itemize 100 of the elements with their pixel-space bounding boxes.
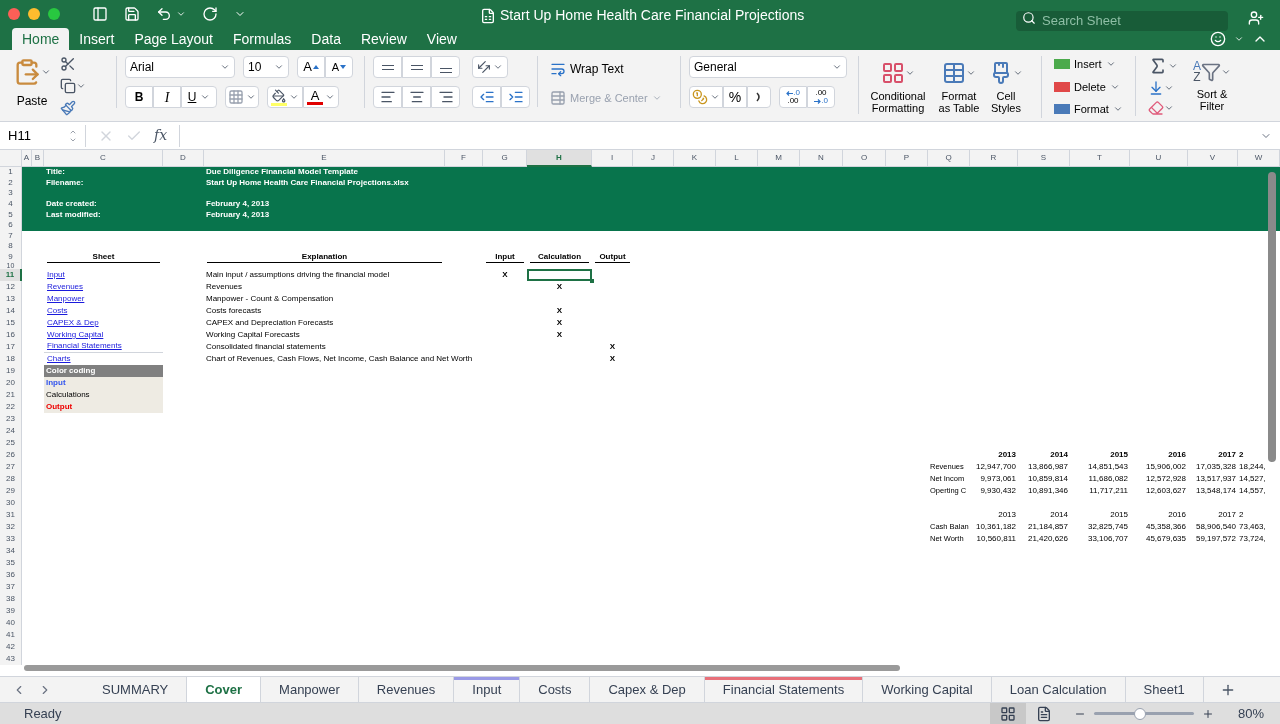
increase-decimal-button[interactable]: .0 .00 xyxy=(779,86,807,108)
column-header[interactable]: P xyxy=(886,150,928,167)
grow-font-button[interactable]: A xyxy=(297,56,325,78)
shrink-font-button[interactable]: A xyxy=(325,56,353,78)
page-layout-icon[interactable] xyxy=(1035,705,1052,722)
ribbon-tab[interactable]: View xyxy=(416,28,467,50)
column-header[interactable]: J xyxy=(633,150,674,167)
ribbon-tab[interactable]: Insert xyxy=(69,28,125,50)
share-icon[interactable] xyxy=(1248,10,1264,26)
column-header[interactable]: I xyxy=(592,150,633,167)
zoom-in-icon[interactable] xyxy=(1201,707,1214,720)
sheet-link[interactable]: Input xyxy=(47,270,65,279)
redo-icon[interactable] xyxy=(202,6,218,22)
align-left-button[interactable] xyxy=(373,86,402,108)
align-middle-button[interactable] xyxy=(402,56,431,78)
wrap-text-button[interactable]: Wrap Text xyxy=(550,60,672,78)
column-header[interactable]: B xyxy=(32,150,44,167)
caret-icon[interactable] xyxy=(1168,61,1178,71)
active-cell[interactable] xyxy=(527,268,592,281)
column-header[interactable]: T xyxy=(1070,150,1130,167)
column-header[interactable]: Q xyxy=(928,150,970,167)
sheet-link[interactable]: Charts xyxy=(47,354,71,363)
column-header[interactable]: N xyxy=(800,150,843,167)
normal-view-icon[interactable] xyxy=(999,705,1016,722)
cut-icon[interactable] xyxy=(60,56,76,72)
styles-button[interactable]: Format as Table xyxy=(937,56,981,114)
paste-button[interactable]: Paste xyxy=(8,56,56,116)
zoom-button[interactable] xyxy=(48,8,60,20)
italic-button[interactable]: I xyxy=(153,86,181,108)
caret-icon[interactable] xyxy=(1221,67,1231,77)
ribbon-tab[interactable]: Formulas xyxy=(223,28,302,50)
caret-icon[interactable] xyxy=(1013,68,1023,78)
borders-button[interactable] xyxy=(225,86,259,108)
format-painter-icon[interactable] xyxy=(60,100,76,116)
caret-icon[interactable] xyxy=(200,92,211,102)
column-header[interactable]: H xyxy=(527,150,592,167)
caret-icon[interactable] xyxy=(246,92,256,102)
ribbon-tab[interactable]: Data xyxy=(301,28,351,50)
ribbon-tab[interactable]: Page Layout xyxy=(124,28,223,50)
styles-button[interactable]: Cell Styles xyxy=(989,56,1023,114)
font-field[interactable]: Arial xyxy=(125,56,235,78)
number-format-field[interactable]: General xyxy=(689,56,847,78)
column-header[interactable]: S xyxy=(1018,150,1070,167)
close-button[interactable] xyxy=(8,8,20,20)
name-box[interactable]: H11 xyxy=(0,124,86,147)
caret-icon[interactable] xyxy=(493,62,503,72)
sheet-link[interactable]: Financial Statements xyxy=(47,342,122,351)
smiley-icon[interactable] xyxy=(1210,31,1226,47)
column-header[interactable]: M xyxy=(758,150,800,167)
row-header[interactable]: 9 xyxy=(0,251,22,263)
column-header[interactable]: D xyxy=(163,150,204,167)
row-header[interactable]: 1 xyxy=(0,167,22,178)
ribbon-tab[interactable]: Home xyxy=(12,28,70,50)
column-header[interactable]: C xyxy=(44,150,163,167)
column-header[interactable]: R xyxy=(970,150,1018,167)
align-bottom-button[interactable] xyxy=(431,56,460,78)
zoom-thumb[interactable] xyxy=(1133,707,1146,720)
eraser-icon[interactable] xyxy=(1148,100,1164,116)
ribbon-tab[interactable]: Review xyxy=(350,28,417,50)
sheet-link[interactable]: Costs xyxy=(47,306,68,315)
copy-icon[interactable] xyxy=(60,78,76,94)
caret-icon[interactable] xyxy=(710,92,720,102)
horizontal-scrollbar[interactable] xyxy=(24,665,900,671)
underline-button[interactable]: U xyxy=(181,86,217,108)
caret-icon[interactable] xyxy=(176,9,186,19)
caret-icon[interactable] xyxy=(289,92,299,102)
caret-icon[interactable] xyxy=(1234,34,1244,44)
insert-function-button[interactable]: fx xyxy=(154,125,168,146)
column-header[interactable]: E xyxy=(204,150,445,167)
zoom-slider[interactable] xyxy=(1093,707,1194,720)
undo-icon[interactable] xyxy=(156,6,172,22)
column-header[interactable]: G xyxy=(483,150,527,167)
column-header[interactable]: V xyxy=(1188,150,1238,167)
sheet-link[interactable]: Working Capital xyxy=(47,330,104,339)
sheet-link[interactable]: Manpower xyxy=(47,294,85,303)
bold-button[interactable]: B xyxy=(125,86,153,108)
align-right-button[interactable] xyxy=(431,86,460,108)
decrease-decimal-button[interactable]: .00 .0 xyxy=(807,86,835,108)
caret-icon[interactable] xyxy=(905,68,915,78)
caret-icon[interactable] xyxy=(41,67,51,77)
row-header[interactable]: 3 xyxy=(0,188,22,199)
caret-icon[interactable] xyxy=(966,68,976,78)
comma-style-button[interactable] xyxy=(747,86,771,108)
accounting-format-button[interactable] xyxy=(689,86,723,108)
sheet-link[interactable]: CAPEX & Dep xyxy=(47,318,99,327)
align-top-button[interactable] xyxy=(373,56,402,78)
save-icon[interactable] xyxy=(124,6,140,22)
sheet-tab[interactable]: Cover xyxy=(187,677,262,702)
decrease-indent-button[interactable] xyxy=(472,86,501,108)
caret-icon[interactable] xyxy=(832,62,842,72)
column-header[interactable]: W xyxy=(1238,150,1280,167)
row-header[interactable]: 5 xyxy=(0,209,22,220)
styles-button[interactable]: Conditional Formatting xyxy=(867,56,929,114)
minimize-button[interactable] xyxy=(28,8,40,20)
column-header[interactable]: U xyxy=(1130,150,1188,167)
sheet-link[interactable]: Revenues xyxy=(47,282,84,291)
increase-indent-button[interactable] xyxy=(501,86,530,108)
row-header[interactable]: 8 xyxy=(0,241,22,252)
caret-icon[interactable] xyxy=(274,62,284,72)
cells-button[interactable]: Format xyxy=(1054,101,1131,118)
